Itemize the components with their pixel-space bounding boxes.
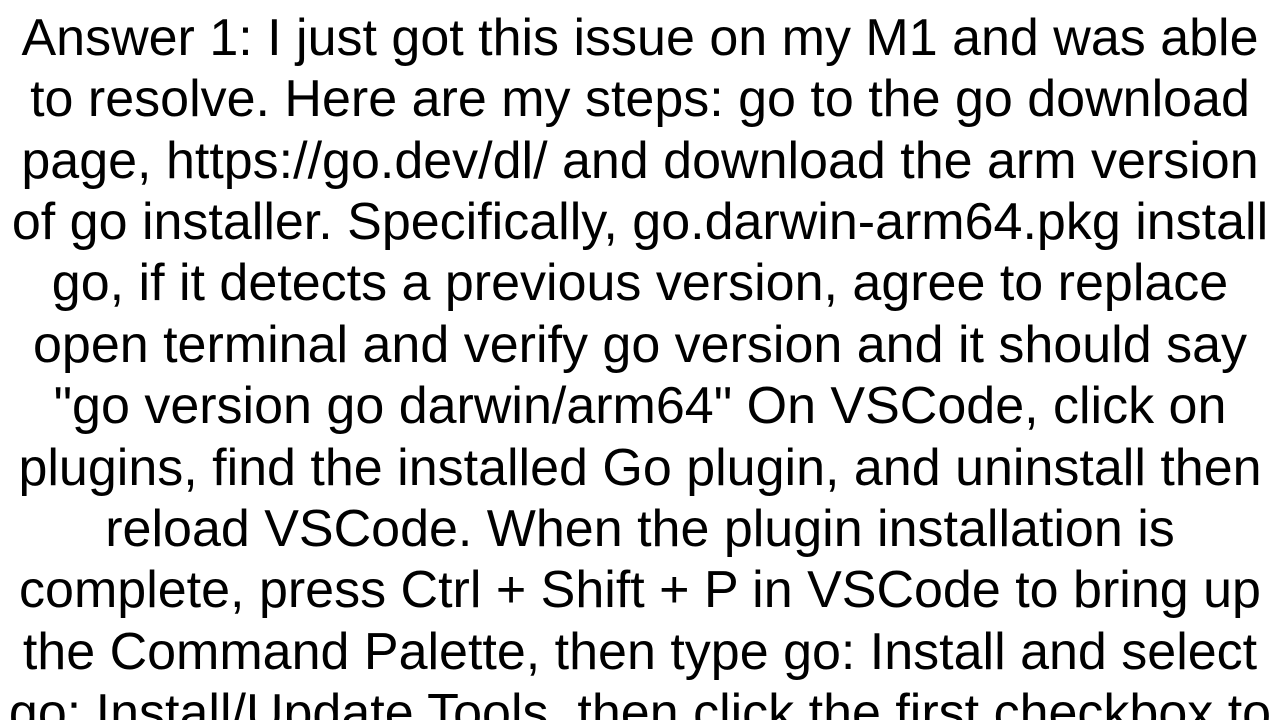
answer-text: Answer 1: I just got this issue on my M1… xyxy=(0,8,1280,720)
content-area: Answer 1: I just got this issue on my M1… xyxy=(0,0,1280,720)
